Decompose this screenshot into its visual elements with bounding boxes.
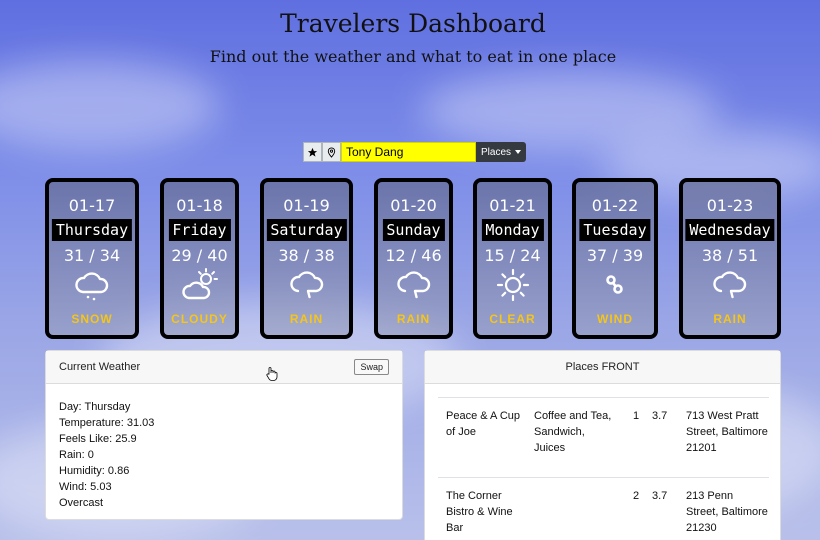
forecast-card: 01-18 Friday 29 / 40 CLOUDY [160,178,239,339]
forecast-date: 01-21 [489,196,536,215]
location-input[interactable] [341,142,476,162]
cloud-decoration [0,60,220,150]
forecast-date: 01-17 [68,196,116,215]
places-panel: Places FRONT Peace & A Cup of Joe Coffee… [424,350,781,540]
forecast-temps: 12 / 46 [385,246,442,265]
current-weather-panel: Current Weather Swap Day: Thursday Tempe… [45,350,403,520]
hand-cursor-icon [266,367,278,381]
forecast-date: 01-20 [390,196,437,215]
forecast-card: 01-17 Thursday 31 / 34 SNOW [45,178,139,339]
place-rating: 3.7 [652,490,668,502]
forecast-day: Friday [168,219,231,241]
rain-icon [396,271,430,299]
forecast-date: 01-18 [176,196,223,215]
snow-icon [75,272,109,301]
forecast-condition: SNOW [71,312,113,326]
places-dropdown-button[interactable]: Places [476,142,526,162]
forecast-temps: 31 / 34 [63,246,121,265]
weather-temperature: Temperature: 31.03 [59,417,155,429]
places-table: Peace & A Cup of Joe Coffee and Tea, San… [438,397,769,540]
place-price: 1 [632,410,640,422]
weather-summary: Overcast [59,497,104,509]
forecast-date: 01-19 [283,196,330,215]
forecast-card: 01-20 Sunday 12 / 46 RAIN [374,178,453,339]
sun-icon [496,268,529,302]
partly-cloudy-icon [181,268,218,300]
forecast-temps: 29 / 40 [171,246,228,265]
place-address: 713 West Pratt Street, Baltimore 21201 [686,410,768,454]
table-row[interactable]: Peace & A Cup of Joe Coffee and Tea, San… [438,397,769,477]
forecast-card: 01-23 Wednesday 38 / 51 RAIN [679,178,781,339]
weather-humidity: Humidity: 0.86 [59,465,130,477]
caret-down-icon [515,150,521,154]
star-icon [307,147,318,157]
places-dropdown-label: Places [480,146,511,158]
forecast-card: 01-21 Monday 15 / 24 CLEAR [473,178,552,339]
rain-icon [289,271,323,299]
forecast-card: 01-19 Saturday 38 / 38 RAIN [260,178,353,339]
current-weather-details: Day: Thursday Temperature: 31.03 Feels L… [46,384,402,526]
place-rating: 3.7 [652,410,668,422]
forecast-condition: RAIN [289,312,324,326]
forecast-condition: RAIN [713,312,747,326]
forecast-temps: 38 / 38 [278,246,335,265]
forecast-day: Wednesday [685,219,775,241]
forecast-day: Tuesday [579,219,651,241]
places-title: Places FRONT [425,351,780,384]
place-address: 213 Penn Street, Baltimore 21230 [686,490,768,534]
forecast-condition: CLEAR [489,312,536,326]
forecast-day: Thursday [51,219,133,241]
forecast-day: Sunday [382,219,445,241]
search-bar: Places [303,142,526,162]
page-subtitle: Find out the weather and what to eat in … [209,47,617,66]
forecast-temps: 37 / 39 [586,246,644,265]
table-row[interactable]: The Corner Bistro & Wine Bar 2 3.7 213 P… [438,477,769,540]
weather-day: Day: Thursday [59,401,131,413]
map-pin-icon [327,146,336,158]
forecast-condition: RAIN [396,312,431,326]
forecast-day: Saturday [266,219,347,241]
rain-icon [713,271,747,299]
location-button[interactable] [322,142,341,162]
weather-feels-like: Feels Like: 25.9 [59,433,137,445]
weather-wind: Wind: 5.03 [59,481,112,493]
forecast-date: 01-23 [706,196,754,215]
weather-rain: Rain: 0 [59,449,94,461]
favorite-button[interactable] [303,142,322,162]
current-weather-title: Current Weather [59,361,141,373]
forecast-condition: CLOUDY [171,312,228,326]
forecast-temps: 15 / 24 [484,246,541,265]
forecast-date: 01-22 [591,196,639,215]
place-category: Coffee and Tea, Sandwich, Juices [534,410,612,454]
forecast-condition: WIND [597,312,633,326]
current-weather-header: Current Weather Swap [46,351,402,384]
wind-icon [606,275,623,294]
swap-button[interactable]: Swap [354,359,389,375]
forecast-temps: 38 / 51 [701,246,759,265]
page-title: Travelers Dashboard [280,9,546,38]
place-name: Peace & A Cup of Joe [446,410,520,438]
place-name: The Corner Bistro & Wine Bar [446,490,513,534]
forecast-card: 01-22 Tuesday 37 / 39 WIND [572,178,658,339]
place-price: 2 [632,490,640,502]
forecast-day: Monday [481,219,544,241]
